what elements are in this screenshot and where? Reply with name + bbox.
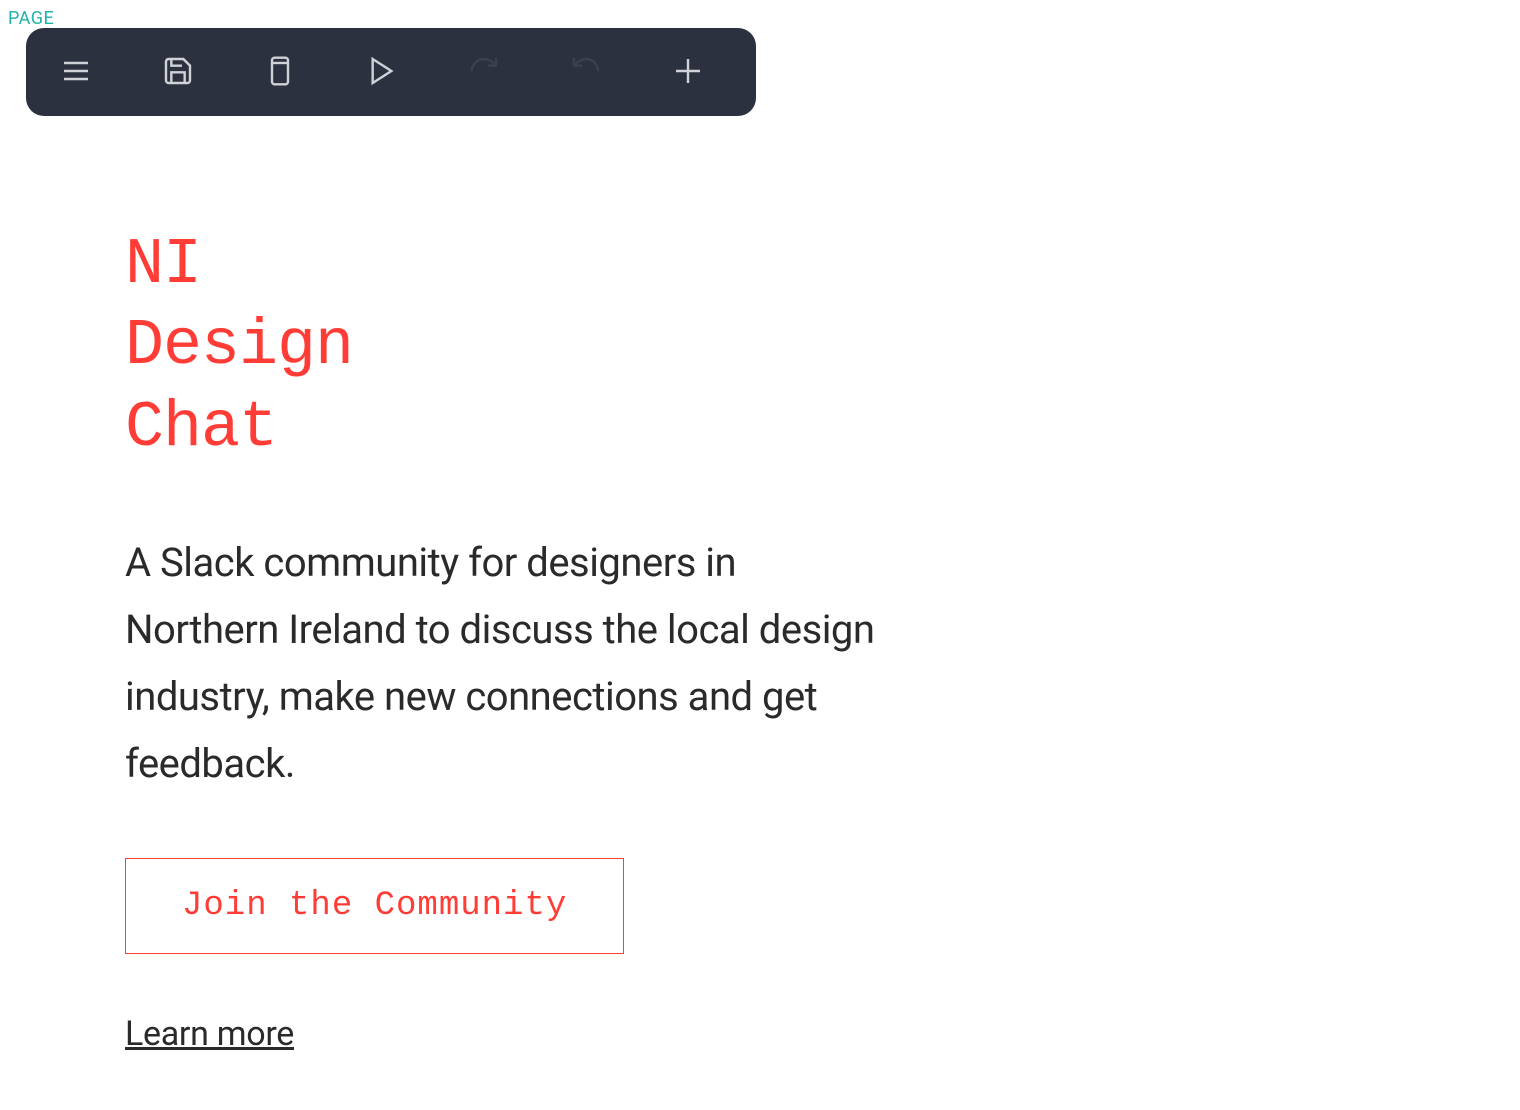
menu-icon: [60, 55, 92, 90]
redo-icon: [468, 55, 500, 90]
learn-more-link[interactable]: Learn more: [125, 1014, 294, 1054]
heading-line-2: Design: [125, 309, 353, 383]
toolbar: [26, 28, 756, 116]
undo-button[interactable]: [566, 52, 606, 92]
page-label: PAGE: [8, 8, 54, 29]
page-description: A Slack community for designers in North…: [125, 529, 895, 798]
add-button[interactable]: [668, 52, 708, 92]
heading-line-3: Chat: [125, 391, 277, 465]
join-community-button[interactable]: Join the Community: [125, 858, 624, 954]
plus-icon: [672, 55, 704, 90]
save-button[interactable]: [158, 52, 198, 92]
play-icon: [366, 55, 398, 90]
save-icon: [162, 55, 194, 90]
play-button[interactable]: [362, 52, 402, 92]
redo-button[interactable]: [464, 52, 504, 92]
mobile-icon: [264, 55, 296, 90]
mobile-preview-button[interactable]: [260, 52, 300, 92]
menu-button[interactable]: [56, 52, 96, 92]
page-heading: NI Design Chat: [125, 225, 895, 469]
undo-icon: [570, 55, 602, 90]
main-content: NI Design Chat A Slack community for des…: [125, 225, 895, 1054]
heading-line-1: NI: [125, 228, 201, 302]
